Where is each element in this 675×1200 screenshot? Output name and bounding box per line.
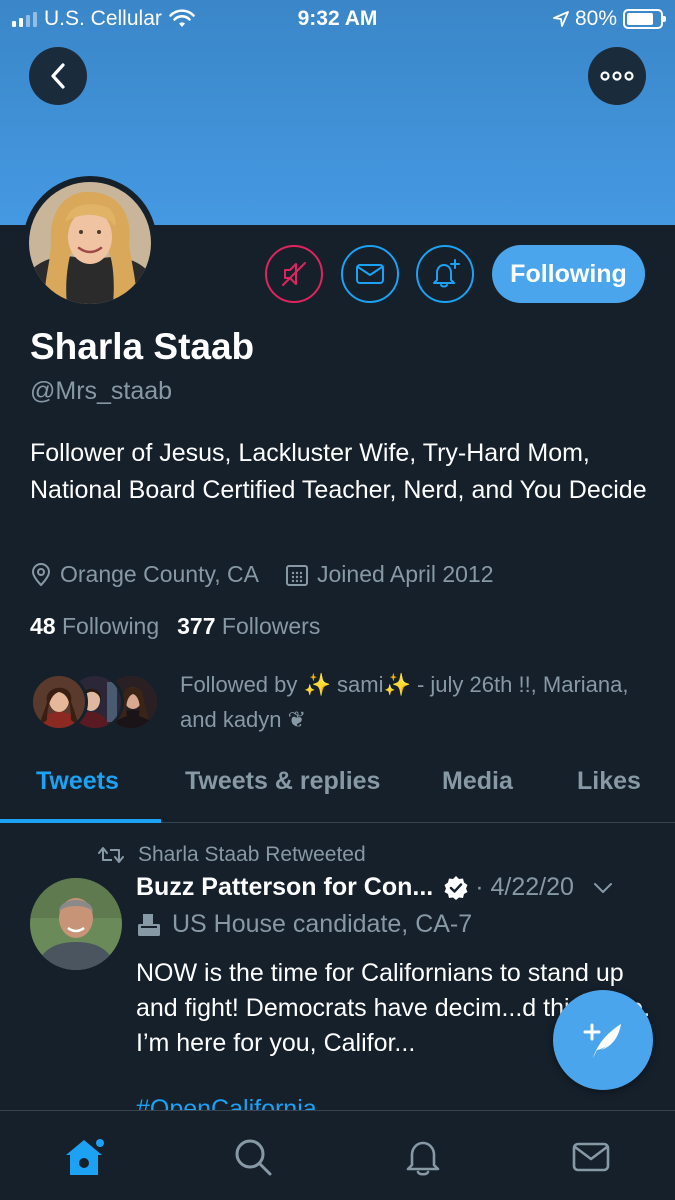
profile-handle: @Mrs_staab: [30, 377, 173, 405]
profile-tabs: Tweets Tweets & replies Media Likes: [0, 755, 675, 823]
tab-media[interactable]: Media: [442, 767, 513, 796]
active-tab-indicator: [0, 819, 161, 823]
followed-by-avatars[interactable]: [30, 673, 160, 731]
tweet-author-avatar[interactable]: [30, 878, 122, 970]
follower-avatar: [30, 673, 88, 731]
following-count-link[interactable]: 48 Following: [30, 613, 159, 640]
retweeted-by-text: Sharla Staab Retweeted: [138, 843, 366, 866]
back-button[interactable]: [29, 47, 87, 105]
tab-tweets[interactable]: Tweets: [36, 767, 119, 796]
calendar-icon: [286, 564, 309, 586]
notify-button[interactable]: [416, 245, 474, 303]
following-button[interactable]: Following: [492, 245, 645, 303]
retweet-context: Sharla Staab Retweeted: [98, 843, 366, 867]
following-label: Following: [61, 613, 160, 639]
location-pin-icon: [31, 562, 51, 586]
location-item: Orange County, CA: [30, 561, 259, 588]
location-text: Orange County, CA: [60, 561, 260, 587]
compose-tweet-icon: [583, 1023, 621, 1058]
battery-icon: [623, 9, 666, 29]
chevron-down-icon[interactable]: [592, 881, 614, 895]
nav-notifications[interactable]: [401, 1135, 445, 1179]
tweet-author-label: US House candidate, CA-7: [136, 910, 472, 939]
verified-badge-icon: [444, 875, 468, 900]
profile-name: Sharla Staab: [30, 326, 255, 367]
author-label-text: US House candidate, CA-7: [172, 910, 473, 938]
followed-by-text[interactable]: Followed by ✨ sami✨ - july 26th !!, Mari…: [180, 667, 650, 737]
nav-home[interactable]: [62, 1135, 106, 1179]
tweet-author-name[interactable]: Buzz Patterson for Con...: [136, 873, 433, 902]
more-options-button[interactable]: [588, 47, 646, 105]
search-icon: [235, 1139, 272, 1176]
followers-label: Followers: [221, 613, 321, 639]
home-icon: [66, 1139, 104, 1175]
tweet-hashtag[interactable]: #OpenCalifornia: [136, 1095, 317, 1110]
chevron-left-icon: [51, 63, 65, 89]
profile-bio: Follower of Jesus, Lackluster Wife, Try-…: [30, 439, 647, 504]
profile-meta: Orange County, CA Joined April 2012: [30, 561, 519, 588]
profile-avatar[interactable]: [23, 176, 157, 310]
tweet-header: Buzz Patterson for Con... · 4/22/20: [136, 873, 656, 902]
bell-plus-icon: [433, 259, 460, 288]
envelope-icon: [356, 264, 384, 284]
message-button[interactable]: [341, 245, 399, 303]
avatar-image: [29, 182, 151, 304]
tab-tweets-replies[interactable]: Tweets & replies: [185, 767, 380, 796]
bottom-navigation: [0, 1110, 675, 1200]
nav-search[interactable]: [231, 1135, 275, 1179]
compose-tweet-button[interactable]: [553, 990, 653, 1090]
followers-count: 377: [177, 613, 216, 639]
followers-count-link[interactable]: 377 Followers: [177, 613, 320, 640]
joined-item: Joined April 2012: [285, 561, 493, 588]
retweet-icon: [98, 847, 124, 863]
ballot-box-icon: [138, 913, 160, 936]
battery-percent: 80%: [574, 7, 617, 30]
envelope-icon: [572, 1142, 610, 1172]
nav-messages[interactable]: [569, 1135, 613, 1179]
location-arrow-icon: [553, 11, 569, 27]
tweet-date: · 4/22/20: [475, 873, 574, 901]
mute-button[interactable]: [265, 245, 323, 303]
status-bar: U.S. Cellular 9:32 AM 80%: [0, 0, 675, 40]
status-right: 80%: [553, 7, 666, 31]
mute-icon: [282, 262, 306, 286]
joined-text: Joined April 2012: [317, 561, 494, 587]
bell-icon: [406, 1141, 440, 1176]
tab-likes[interactable]: Likes: [577, 767, 641, 796]
ellipsis-icon: [600, 71, 634, 81]
follow-counts: 48 Following 377 Followers: [30, 613, 320, 640]
following-count: 48: [30, 613, 56, 639]
